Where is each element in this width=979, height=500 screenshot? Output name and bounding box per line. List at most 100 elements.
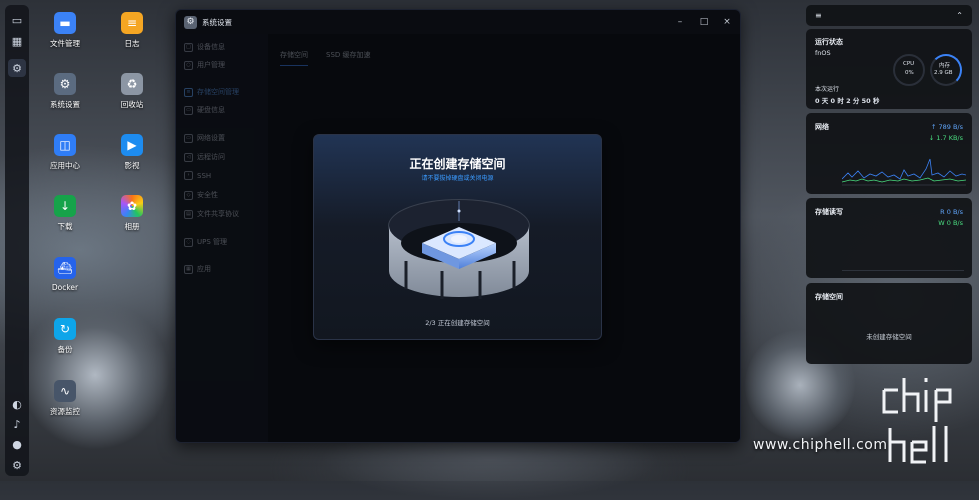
desktop-icon[interactable]: ▭ [8,11,26,29]
desktop-recycle-bin[interactable]: ♻ 回收站 [102,73,162,110]
device-icon: □ [184,42,193,52]
desktop-icon-label: 日志 [124,39,140,48]
desktop-icon-label: 影视 [124,161,140,170]
widget-header: ≡ ⌃ [806,5,972,26]
sidebar-item-file-sharing[interactable]: ▤ 文件共享协议 [184,209,239,219]
storage-icon: ≡ [184,87,193,97]
widget-title: 运行状态 [815,38,843,46]
sidebar-item-storage-management[interactable]: ≡ 存储空间管理 [184,87,239,97]
collapse-icon[interactable]: ⌃ [956,11,963,20]
desktop-file-manager[interactable]: ▬ 文件管理 [35,12,95,49]
desktop-icon-label: 应用中心 [50,161,80,170]
settings-sidebar: □ 设备信息 ○ 用户管理 ≡ 存储空间管理 ▭ 硬盘信息 ▭ 网络设置 ◁ 远程访问 › S… [176,34,268,442]
ssh-icon: › [184,171,193,180]
desktop-download[interactable]: ↓ 下载 [35,195,95,232]
sidebar-item-device-info[interactable]: □ 设备信息 [184,42,225,52]
sidebar-item-disk-info[interactable]: ▭ 硬盘信息 [184,105,225,115]
widget-network: 网络 ↑ 789 B/s ↓ 1.7 KB/s [806,113,972,194]
desktop-video[interactable]: ▶ 影视 [102,134,162,171]
read-speed: R 0 B/s [940,208,963,216]
close-button[interactable]: × [719,14,735,30]
sidebar-item-ssh[interactable]: › SSH [184,171,211,180]
chiphell-logo [882,378,952,464]
desktop-icon-label: 备份 [57,345,73,354]
uptime-label: 本次运行 [815,86,840,93]
desktop-icon-label: Docker [51,283,79,292]
download-speed-value: 1.7 KB/s [936,134,963,142]
sidebar-item-label: 远程访问 [197,153,225,161]
sidebar-item-security[interactable]: ◇ 安全性 [184,190,218,200]
sidebar-item-label: SSH [197,171,212,180]
gear-icon: ⚙ [54,73,76,95]
desktop-app-center[interactable]: ◫ 应用中心 [35,134,95,171]
apps-icon: ▦ [184,264,193,274]
dialog-warning: 请不要拔掉硬盘或关闭电源 [421,175,494,182]
user-icon: ○ [184,60,193,70]
cpu-value: 0% [905,70,914,76]
app-grid-icon[interactable]: ▦ [8,32,26,50]
desktop-resource-monitor[interactable]: ∿ 资源监控 [35,380,95,417]
watermark-text: www.chiphell.com [753,437,888,453]
user-icon[interactable]: ● [8,435,26,453]
widget-storage-space: 存储空间 未创建存储空间 [806,283,972,364]
maximize-button[interactable]: □ [696,14,712,30]
monitor-icon: ∿ [54,380,76,402]
window-titlebar[interactable]: ⚙ 系统设置 – □ × [176,10,740,34]
os-name: fnOS [815,49,831,57]
dialog-title: 正在创建存储空间 [409,157,506,171]
widget-title: 网络 [815,123,829,131]
upload-speed: ↑ 789 B/s [930,123,963,131]
desktop-icon-label: 相册 [124,222,140,231]
tab-ssd-cache[interactable]: SSD 缓存加速 [326,50,371,60]
desktop-icon-label: 文件管理 [50,39,80,48]
desktop-photos[interactable]: ✿ 相册 [102,195,162,232]
app-center-icon: ◫ [54,134,76,156]
download-icon: ↓ [54,195,76,217]
sidebar-item-label: 文件共享协议 [197,210,239,218]
cpu-label: CPU [903,61,915,67]
sidebar-item-apps[interactable]: ▦ 应用 [184,264,211,274]
sidebar-item-label: 用户管理 [197,61,225,69]
storage-creation-illustration [388,199,530,299]
docker-icon: ⛴ [54,257,76,279]
tab-storage-space[interactable]: 存储空间 [280,50,308,66]
sidebar-item-remote-access[interactable]: ◁ 远程访问 [184,152,225,162]
widget-system-status: 运行状态 fnOS CPU 0% 内存 2.9 GB 本次运行 0 天 0 时 … [806,29,972,109]
shield-icon: ◇ [184,190,193,200]
dock: ▭ ▦ ⚙ ◐ ♪ ● ⚙ [5,5,29,476]
network-traffic-graph [842,158,966,186]
sidebar-item-label: 设备信息 [197,43,225,51]
remote-icon: ◁ [184,152,193,162]
disk-icon: ▭ [184,105,193,115]
desktop-icon-label: 下载 [57,222,73,231]
widget-menu-icon[interactable]: ≡ [815,11,822,20]
desktop-settings[interactable]: ⚙ 系统设置 [35,73,95,110]
bell-icon[interactable]: ♪ [8,415,26,433]
network-icon: ▭ [184,133,193,143]
ups-icon: ◌ [184,237,193,247]
window-title: 系统设置 [202,17,232,27]
settings-app-icon[interactable]: ⚙ [8,59,26,77]
sidebar-item-network[interactable]: ▭ 网络设置 [184,133,225,143]
desktop-log[interactable]: ≡ 日志 [102,12,162,49]
storage-empty-text: 未创建存储空间 [866,333,912,341]
memory-label: 内存 [939,63,951,69]
widget-title: 存储读写 [815,208,843,216]
minimize-button[interactable]: – [672,14,688,30]
create-storage-dialog: 正在创建存储空间 请不要拔掉硬盘或关闭电源 2/3 正在创建存储空间 [313,134,602,340]
photos-icon: ✿ [121,195,143,217]
sidebar-item-ups[interactable]: ◌ UPS 管理 [184,237,227,247]
gear-icon[interactable]: ⚙ [8,456,26,474]
desktop-backup[interactable]: ↻ 备份 [35,318,95,355]
sidebar-item-user-management[interactable]: ○ 用户管理 [184,60,225,70]
share-icon: ▤ [184,209,193,219]
sidebar-item-label: 硬盘信息 [197,106,225,114]
log-icon: ≡ [121,12,143,34]
video-icon: ▶ [121,134,143,156]
desktop-docker[interactable]: ⛴ Docker [35,257,95,292]
dialog-progress-step: 2/3 正在创建存储空间 [425,319,490,327]
settings-app-icon: ⚙ [184,15,197,29]
sidebar-item-label: 网络设置 [197,134,225,142]
theme-icon[interactable]: ◐ [8,395,26,413]
memory-value: 2.9 GB [934,70,953,76]
